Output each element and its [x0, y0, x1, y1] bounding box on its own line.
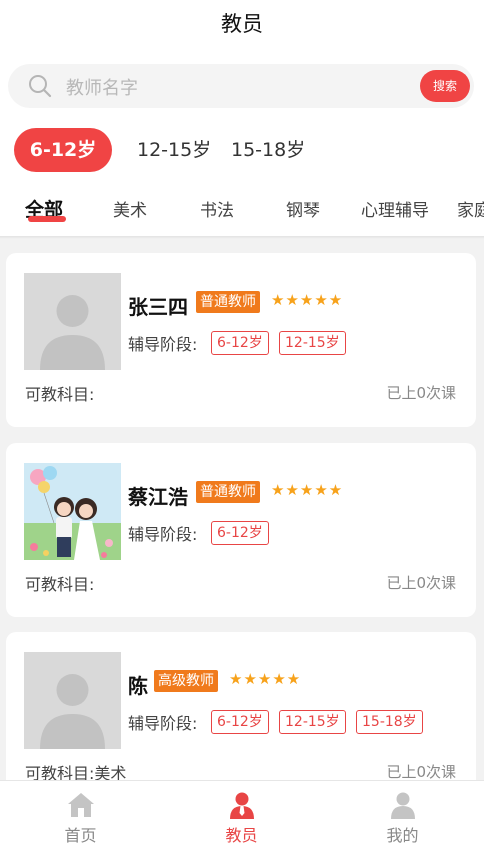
category-tab-family-education[interactable]: 家庭教育: [457, 196, 484, 221]
search-input[interactable]: 教师名字: [66, 74, 138, 100]
rating-stars: ★★★★★: [229, 670, 302, 688]
teacher-card[interactable]: 蔡江浩 普通教师 ★★★★★ 辅导阶段: 6-12岁 可教科目: 已上0次课: [6, 443, 476, 617]
stage-label: 辅导阶段:: [128, 714, 198, 733]
age-filter-bar: 6-12岁 12-15岁 15-18岁: [0, 128, 484, 172]
category-tab-art[interactable]: 美术: [113, 196, 147, 221]
subjects-row: 可教科目:: [25, 571, 94, 595]
avatar: [24, 273, 121, 370]
search-icon: [29, 75, 52, 98]
default-avatar-icon: [24, 273, 121, 370]
profile-icon: [391, 792, 415, 819]
search-bar[interactable]: 教师名字 搜索: [8, 64, 474, 108]
stage-label: 辅导阶段:: [128, 525, 198, 544]
subjects-label: 可教科目:: [25, 385, 95, 404]
tab-profile[interactable]: 我的: [322, 781, 483, 845]
age-filter-15-18[interactable]: 15-18岁: [231, 128, 305, 172]
teacher-icon: [230, 792, 254, 819]
subjects-row: 可教科目:: [25, 381, 94, 405]
category-tab-psychology[interactable]: 心理辅导: [361, 196, 429, 221]
category-tabs: 全部 美术 书法 钢琴 心理辅导 家庭教育: [0, 192, 484, 232]
teacher-name: 张三四: [128, 295, 188, 319]
lesson-count: 已上0次课: [386, 384, 456, 402]
tab-teachers-label: 教员: [225, 826, 258, 845]
active-tab-indicator: [28, 216, 66, 222]
default-avatar-icon: [24, 652, 121, 749]
category-tab-piano[interactable]: 钢琴: [286, 196, 320, 221]
teacher-level-badge: 普通教师: [196, 481, 260, 503]
tab-home-label: 首页: [64, 826, 97, 845]
avatar: [24, 463, 121, 560]
lesson-count: 已上0次课: [386, 763, 456, 781]
couple-photo-avatar: [24, 463, 121, 560]
tab-home[interactable]: 首页: [0, 781, 161, 845]
page-title: 教员: [221, 12, 263, 36]
top-section: 教员 教师名字 搜索 6-12岁 12-15岁 15-18岁 全部 美术 书法 …: [0, 0, 484, 238]
lesson-count: 已上0次课: [386, 574, 456, 592]
stage-tag: 12-15岁: [279, 331, 346, 355]
teacher-level-badge: 普通教师: [196, 291, 260, 313]
search-button[interactable]: 搜索: [420, 70, 470, 102]
rating-stars: ★★★★★: [271, 481, 344, 499]
avatar: [24, 652, 121, 749]
category-tab-calligraphy[interactable]: 书法: [200, 196, 234, 221]
age-filter-6-12[interactable]: 6-12岁: [14, 128, 112, 172]
home-icon: [68, 793, 94, 817]
teacher-card[interactable]: 张三四 普通教师 ★★★★★ 辅导阶段: 6-12岁 12-15岁 可教科目: …: [6, 253, 476, 427]
teacher-name: 陈: [128, 674, 148, 698]
tab-profile-label: 我的: [386, 826, 419, 845]
stage-tag: 6-12岁: [211, 331, 269, 355]
subjects-label: 可教科目:: [25, 575, 95, 594]
stage-tag: 6-12岁: [211, 710, 269, 734]
stage-tag: 12-15岁: [279, 710, 346, 734]
rating-stars: ★★★★★: [271, 291, 344, 309]
header-shadow: [0, 236, 484, 239]
stage-tag: 6-12岁: [211, 521, 269, 545]
teacher-name: 蔡江浩: [128, 485, 188, 509]
age-filter-12-15[interactable]: 12-15岁: [137, 128, 211, 172]
stage-label: 辅导阶段:: [128, 335, 198, 354]
teacher-level-badge: 高级教师: [154, 670, 218, 692]
stage-tag: 15-18岁: [356, 710, 423, 734]
tab-teachers[interactable]: 教员: [161, 781, 322, 845]
bottom-tab-bar: 首页 教员 我的: [0, 780, 484, 845]
